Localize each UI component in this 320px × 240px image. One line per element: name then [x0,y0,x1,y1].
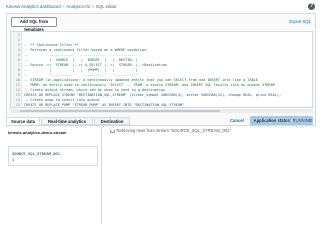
add-sql-from-templates-button[interactable]: Add SQL from templates [11,17,57,32]
results-panel: kinesis-analytics-demo-stream SOURCE_SQL… [6,127,316,223]
results-tab-bar: Source data Real-time analytics Destinat… [6,117,316,126]
breadcrumb-separator: > [62,4,65,9]
breadcrumb-dashboard-link[interactable]: Kinesis Analytics dashboard [6,4,61,9]
application-status: Application status: RUNNING [254,117,312,125]
export-sql-link[interactable]: Export SQL [289,19,311,24]
stream-number: 1 [12,157,15,162]
line-number: 15 [15,103,20,107]
application-status-label: Application status: [253,118,292,123]
retrieving-rows-status: Retrieving rows from stream "SOURCE_SQL_… [110,128,231,134]
stream-list-item[interactable]: SOURCE_SQL_STREAM_001 1 [8,146,98,166]
tab-destination[interactable]: Destination [94,117,130,125]
breadcrumb: Kinesis Analytics dashboard > Analytics-01… [6,3,117,11]
breadcrumb-application-link[interactable]: Analytics-01 [66,4,90,9]
sql-code-editor[interactable]: 1 2 3 -- ** Continuous Filter ** 4 -- Perform… [10,31,313,108]
help-icon[interactable]: ? [308,3,315,10]
scrollbar-thumb[interactable] [20,110,220,112]
tab-real-time-analytics[interactable]: Real-time analytics [41,117,93,125]
application-status-value: RUNNING [292,118,312,123]
code-text: CREATE OR REPLACE PUMP "STREAM_PUMP" AS … [24,103,185,107]
stream-name: SOURCE_SQL_STREAM_001 [12,151,61,156]
breadcrumb-separator: > [91,4,95,9]
breadcrumb-current-page: SQL editor [95,4,117,9]
horizontal-scrollbar[interactable] [10,109,313,113]
in-application-streams-list: kinesis-analytics-demo-stream SOURCE_SQL… [6,127,102,223]
tab-source-data[interactable]: Source data [6,117,40,125]
retrieving-rows-text: Retrieving rows from stream "SOURCE_SQL_… [116,128,231,133]
loading-spinner-icon [110,128,115,133]
code-line[interactable]: 15 CREATE OR REPLACE PUMP "STREAM_PUMP" A… [11,103,312,107]
application-name: kinesis-analytics-demo-stream [8,130,67,135]
